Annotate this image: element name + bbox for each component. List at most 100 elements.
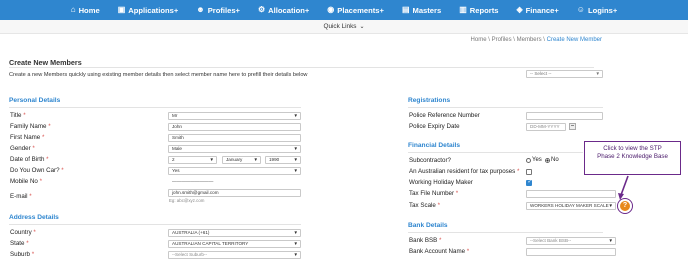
- country-select-value: AUSTRALIA (+61): [172, 230, 210, 235]
- quick-links-toggle[interactable]: Quick Links ⌄: [0, 20, 688, 34]
- section-divider: [408, 232, 603, 233]
- dob-year-value: 1990: [269, 157, 280, 162]
- chevron-down-icon: ▼: [608, 238, 613, 243]
- nav-logins[interactable]: ☺ Logins+: [568, 0, 627, 20]
- nav-placements[interactable]: ◉ Placements+: [318, 0, 393, 20]
- allocation-icon: ⚙: [257, 5, 266, 14]
- bank-bsb-label: Bank BSB *: [409, 237, 442, 244]
- first-name-label: First Name *: [10, 134, 45, 141]
- state-select[interactable]: AUSTRALIAN CAPITAL TERRITORY ▼: [168, 240, 301, 248]
- chevron-down-icon: ▼: [209, 157, 214, 162]
- police-expiry-input[interactable]: DD-MM-YYYY: [526, 123, 566, 131]
- page-intro: Create a new Members quickly using exist…: [9, 72, 308, 78]
- nav-allocation[interactable]: ⚙ Allocation+: [249, 0, 318, 20]
- dob-label: Date of Birth *: [10, 156, 49, 163]
- country-select[interactable]: AUSTRALIA (+61) ▼: [168, 229, 301, 237]
- tax-scale-select[interactable]: WORKERS HOLIDAY MAKER SCALE ▼: [526, 202, 616, 210]
- help-question-icon[interactable]: ?: [620, 201, 630, 211]
- nav-masters[interactable]: ▤ Masters: [393, 0, 450, 20]
- quick-links-label: Quick Links: [323, 23, 357, 30]
- title-divider: [9, 67, 594, 68]
- breadcrumb-current: Create New Member: [546, 37, 602, 43]
- chevron-down-icon: ▼: [293, 241, 298, 246]
- nav-finance-label: Finance+: [525, 5, 559, 15]
- email-input[interactable]: john.smith@gmail.com: [168, 189, 301, 197]
- first-name-input[interactable]: Smith: [168, 134, 301, 142]
- nav-logins-label: Logins+: [587, 5, 618, 15]
- registrations-heading: Registrations: [408, 97, 451, 104]
- bank-bsb-select[interactable]: --Select Bank BSB-- ▼: [526, 237, 616, 245]
- personal-details-heading: Personal Details: [9, 97, 61, 104]
- finance-icon: ◈: [516, 5, 523, 14]
- breadcrumb-members[interactable]: Members: [517, 37, 542, 43]
- breadcrumb-profiles[interactable]: Profiles: [492, 37, 512, 43]
- holiday-maker-checkbox[interactable]: [526, 179, 532, 186]
- nav-home-label: Home: [78, 5, 100, 15]
- page-title: Create New Members: [9, 58, 82, 67]
- suburb-label: Suburb *: [10, 251, 35, 258]
- police-reference-input[interactable]: [526, 112, 603, 120]
- resident-label: An Australian resident for tax purposes …: [409, 168, 520, 175]
- section-divider: [408, 107, 603, 108]
- nav-applications[interactable]: ▣ Applications+: [109, 0, 188, 20]
- nav-reports[interactable]: ▥ Reports: [450, 0, 507, 20]
- country-label: Country *: [10, 229, 36, 236]
- chevron-down-icon: ▼: [293, 157, 298, 162]
- chevron-down-icon: ▼: [608, 203, 613, 208]
- subcontractor-yes-radio[interactable]: Yes: [526, 157, 542, 163]
- nav-profiles-label: Profiles+: [207, 5, 240, 15]
- mobile-input[interactable]: —————————: [168, 178, 301, 186]
- gender-select-value: Male: [172, 146, 182, 151]
- prefill-member-select-value: -- Select --: [530, 71, 552, 76]
- family-name-input[interactable]: John: [168, 123, 301, 131]
- police-expiry-label: Police Expiry Date: [409, 123, 460, 130]
- title-select-value: Mr: [172, 113, 178, 118]
- tax-file-number-input[interactable]: [526, 190, 616, 198]
- chevron-down-icon: ▼: [595, 71, 600, 76]
- own-car-label: Do You Own Car? *: [10, 167, 64, 174]
- chevron-down-icon: ▼: [293, 168, 298, 173]
- stp-knowledge-base-callout: Click to view the STP Phase 2 Knowledge …: [584, 141, 681, 175]
- tax-file-number-label: Tax File Number *: [409, 190, 459, 197]
- gender-label: Gender *: [10, 145, 35, 152]
- section-divider: [9, 107, 301, 108]
- own-car-select[interactable]: Yes ▼: [168, 167, 301, 175]
- profiles-icon: ☻: [196, 5, 205, 14]
- financial-details-heading: Financial Details: [408, 142, 461, 149]
- dob-month-value: January: [226, 157, 243, 162]
- bank-account-name-input[interactable]: [526, 248, 616, 256]
- home-icon: ⌂: [70, 5, 76, 14]
- title-select[interactable]: Mr ▼: [168, 112, 301, 120]
- masters-icon: ▤: [401, 5, 410, 14]
- nav-finance[interactable]: ◈ Finance+: [507, 0, 567, 20]
- tax-scale-label: Tax Scale *: [409, 202, 440, 209]
- chevron-down-icon: ▼: [293, 230, 298, 235]
- nav-masters-label: Masters: [412, 5, 442, 15]
- radio-button-selected-icon: [545, 157, 550, 163]
- nav-profiles[interactable]: ☻ Profiles+: [187, 0, 249, 20]
- breadcrumb-home[interactable]: Home: [471, 37, 487, 43]
- calendar-icon[interactable]: [569, 123, 576, 130]
- state-select-value: AUSTRALIAN CAPITAL TERRITORY: [172, 241, 249, 246]
- tax-scale-select-value: WORKERS HOLIDAY MAKER SCALE: [530, 203, 609, 208]
- dob-year-select[interactable]: 1990 ▼: [265, 156, 301, 164]
- dob-day-select[interactable]: 2 ▼: [168, 156, 217, 164]
- nav-placements-label: Placements+: [337, 5, 384, 15]
- resident-checkbox[interactable]: [526, 169, 532, 175]
- dob-month-select[interactable]: January ▼: [222, 156, 261, 164]
- suburb-select-value: --Select Suburb--: [172, 252, 207, 257]
- placements-icon: ◉: [327, 5, 335, 14]
- suburb-select[interactable]: --Select Suburb-- ▼: [168, 251, 301, 259]
- subcontractor-yes-label: Yes: [532, 157, 542, 163]
- gender-select[interactable]: Male ▼: [168, 145, 301, 153]
- dob-day-value: 2: [172, 157, 175, 162]
- subcontractor-no-radio[interactable]: No: [545, 157, 559, 163]
- callout-line-2: Phase 2 Knowledge Base: [597, 153, 668, 161]
- nav-home[interactable]: ⌂ Home: [62, 0, 109, 20]
- nav-applications-label: Applications+: [128, 5, 179, 15]
- prefill-member-select[interactable]: -- Select -- ▼: [526, 70, 603, 78]
- callout-arrow: [618, 175, 629, 200]
- bank-bsb-select-value: --Select Bank BSB--: [530, 238, 572, 243]
- own-car-select-value: Yes: [172, 168, 180, 173]
- email-label: E-mail *: [10, 193, 32, 200]
